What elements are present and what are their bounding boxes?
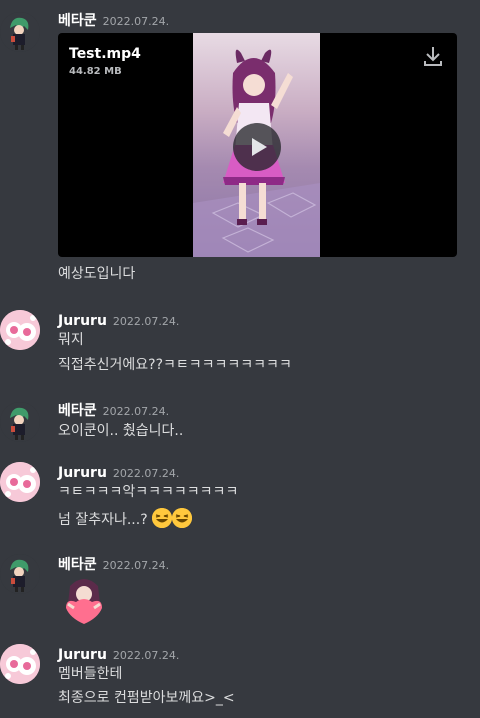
username[interactable]: 베타쿤 (58, 557, 97, 573)
grinning-squinting-face-icon[interactable] (152, 508, 173, 528)
message-group: 베타쿤 2022.07.24. Test.mp4 44.82 MB 예상도입니다 (0, 8, 480, 298)
avatar[interactable] (0, 462, 40, 502)
message-text: 뭐지 (58, 332, 84, 348)
message-header: 베타쿤 2022.07.24. (58, 554, 169, 574)
avatar[interactable] (0, 402, 40, 442)
message-text: ㅋㅌㅋㅋㅋ악ㅋㅋㅋㅋㅋㅋㅋㅋ (58, 484, 239, 500)
username[interactable]: Jururu (58, 465, 107, 481)
avatar[interactable] (0, 310, 40, 350)
timestamp: 2022.07.24. (112, 467, 180, 480)
message-text: 직접추신거에요??ㅋㅌㅋㅋㅋㅋㅋㅋㅋㅋ (58, 357, 292, 373)
message-group: 베타쿤 2022.07.24. 오이쿤이.. 췄습니다.. (0, 400, 480, 445)
message-header: Jururu 2022.07.24. (58, 644, 179, 664)
video-attachment[interactable]: Test.mp4 44.82 MB (58, 33, 457, 257)
timestamp: 2022.07.24. (102, 559, 170, 572)
avatar[interactable] (0, 644, 40, 684)
username[interactable]: 베타쿤 (58, 13, 97, 29)
grinning-squinting-face-icon[interactable] (172, 508, 193, 528)
avatar[interactable] (0, 554, 40, 594)
timestamp: 2022.07.24. (102, 405, 170, 418)
video-filename: Test.mp4 (69, 46, 141, 62)
message-text: 예상도입니다 (58, 266, 136, 282)
message-group: 베타쿤 2022.07.24. (0, 554, 480, 629)
message-text: 오이쿤이.. 췄습니다.. (58, 423, 184, 439)
timestamp: 2022.07.24. (102, 15, 170, 28)
username[interactable]: Jururu (58, 313, 107, 329)
message-text: 최종으로 컨펌받아보께요>_< (58, 690, 235, 706)
heart-sticker-icon[interactable] (62, 574, 102, 624)
username[interactable]: Jururu (58, 647, 107, 663)
timestamp: 2022.07.24. (112, 649, 180, 662)
avatar[interactable] (0, 12, 40, 52)
message-text: 멤버들한테 (58, 666, 123, 682)
message-header: 베타쿤 2022.07.24. (58, 10, 169, 30)
message-header: Jururu 2022.07.24. (58, 462, 179, 482)
username[interactable]: 베타쿤 (58, 403, 97, 419)
message-header: Jururu 2022.07.24. (58, 310, 179, 330)
play-icon[interactable] (233, 123, 281, 171)
message-text-with-emoji: 넘 잘추자나...? (58, 508, 193, 530)
message-group: Jururu 2022.07.24. ㅋㅌㅋㅋㅋ악ㅋㅋㅋㅋㅋㅋㅋㅋ 넘 잘추자나.… (0, 462, 480, 532)
message-text: 넘 잘추자나...? (58, 512, 148, 528)
download-icon[interactable] (423, 45, 443, 67)
message-header: 베타쿤 2022.07.24. (58, 400, 169, 420)
video-filesize: 44.82 MB (69, 66, 122, 77)
message-group: Jururu 2022.07.24. 뭐지 직접추신거에요??ㅋㅌㅋㅋㅋㅋㅋㅋㅋㅋ (0, 308, 480, 378)
timestamp: 2022.07.24. (112, 315, 180, 328)
message-group: Jururu 2022.07.24. 멤버들한테 최종으로 컨펌받아보께요>_< (0, 644, 480, 718)
